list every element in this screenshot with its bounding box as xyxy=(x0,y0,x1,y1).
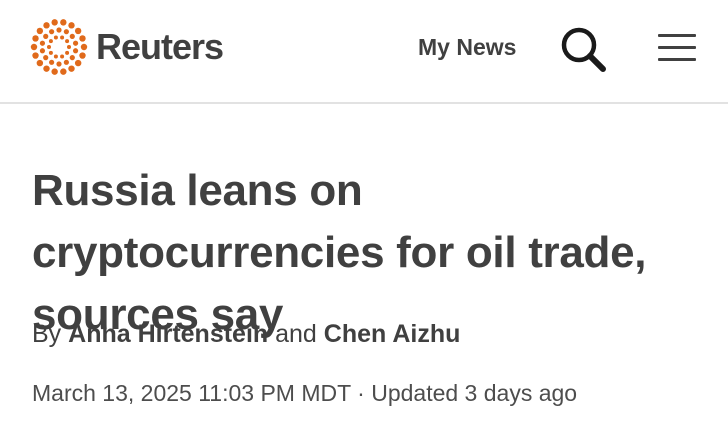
logo-dot xyxy=(72,40,79,46)
updated-time: Updated 3 days ago xyxy=(371,380,578,406)
logo-dot xyxy=(63,29,69,35)
byline-conjunction: and xyxy=(275,320,317,348)
hamburger-menu-icon-line xyxy=(658,46,696,49)
site-header: Reuters My News xyxy=(0,0,728,104)
hamburger-menu-icon xyxy=(658,34,696,37)
logo-wordmark: Reuters xyxy=(96,26,224,67)
logo-dot xyxy=(53,54,58,59)
reuters-logo[interactable]: Reuters xyxy=(30,18,224,76)
logo-dot xyxy=(49,59,55,65)
logo-dot xyxy=(47,45,51,49)
published-date: March 13, 2025 11:03 PM MDT xyxy=(32,380,351,406)
logo-dot xyxy=(60,68,67,75)
logo-dot xyxy=(74,59,82,67)
logo-dot xyxy=(43,22,50,29)
logo-dot xyxy=(68,22,75,29)
logo-dot xyxy=(69,33,75,39)
logo-dot xyxy=(43,33,49,39)
reuters-logo-icon xyxy=(30,19,88,75)
logo-dot xyxy=(63,59,69,65)
my-news-link[interactable]: My News xyxy=(418,33,516,61)
logo-dot xyxy=(48,50,53,55)
logo-dot xyxy=(65,39,70,44)
logo-dot xyxy=(79,52,86,59)
hamburger-menu-icon-line xyxy=(658,58,696,61)
byline-prefix: By xyxy=(32,320,62,348)
logo-dot xyxy=(56,27,62,33)
logo-dot xyxy=(36,27,44,35)
logo-dot xyxy=(60,19,67,26)
logo-dot xyxy=(39,40,46,46)
logo-dot xyxy=(68,65,75,72)
logo-dot xyxy=(60,54,65,59)
dateline: March 13, 2025 11:03 PM MDT · Updated 3 … xyxy=(32,378,577,408)
date-separator: · xyxy=(357,380,365,406)
menu-button[interactable] xyxy=(654,28,700,68)
logo-dot xyxy=(30,43,38,51)
logo-dot xyxy=(51,19,58,26)
author-link-1[interactable]: Anna Hirtenstein xyxy=(68,320,268,348)
logo-dot xyxy=(39,48,46,54)
logo-dot xyxy=(72,48,79,54)
logo-dot xyxy=(80,43,88,51)
logo-dot xyxy=(69,55,75,61)
logo-dot xyxy=(74,27,82,35)
logo-dot xyxy=(48,39,53,44)
logo-dot xyxy=(65,50,70,55)
search-button[interactable] xyxy=(558,24,608,74)
logo-dot xyxy=(79,35,86,42)
logo-dot xyxy=(56,61,62,67)
logo-dot xyxy=(43,65,50,72)
logo-dot xyxy=(53,35,58,40)
search-icon xyxy=(561,27,606,72)
logo-dot xyxy=(36,59,44,67)
logo-dot xyxy=(49,29,55,35)
logo-dot xyxy=(32,52,39,59)
logo-dot xyxy=(60,35,65,40)
logo-dot xyxy=(43,55,49,61)
logo-dot xyxy=(32,35,39,42)
byline: By Anna Hirtenstein and Chen Aizhu xyxy=(32,318,460,350)
logo-dot xyxy=(51,68,58,75)
logo-dot xyxy=(67,45,71,49)
author-link-2[interactable]: Chen Aizhu xyxy=(324,320,461,348)
